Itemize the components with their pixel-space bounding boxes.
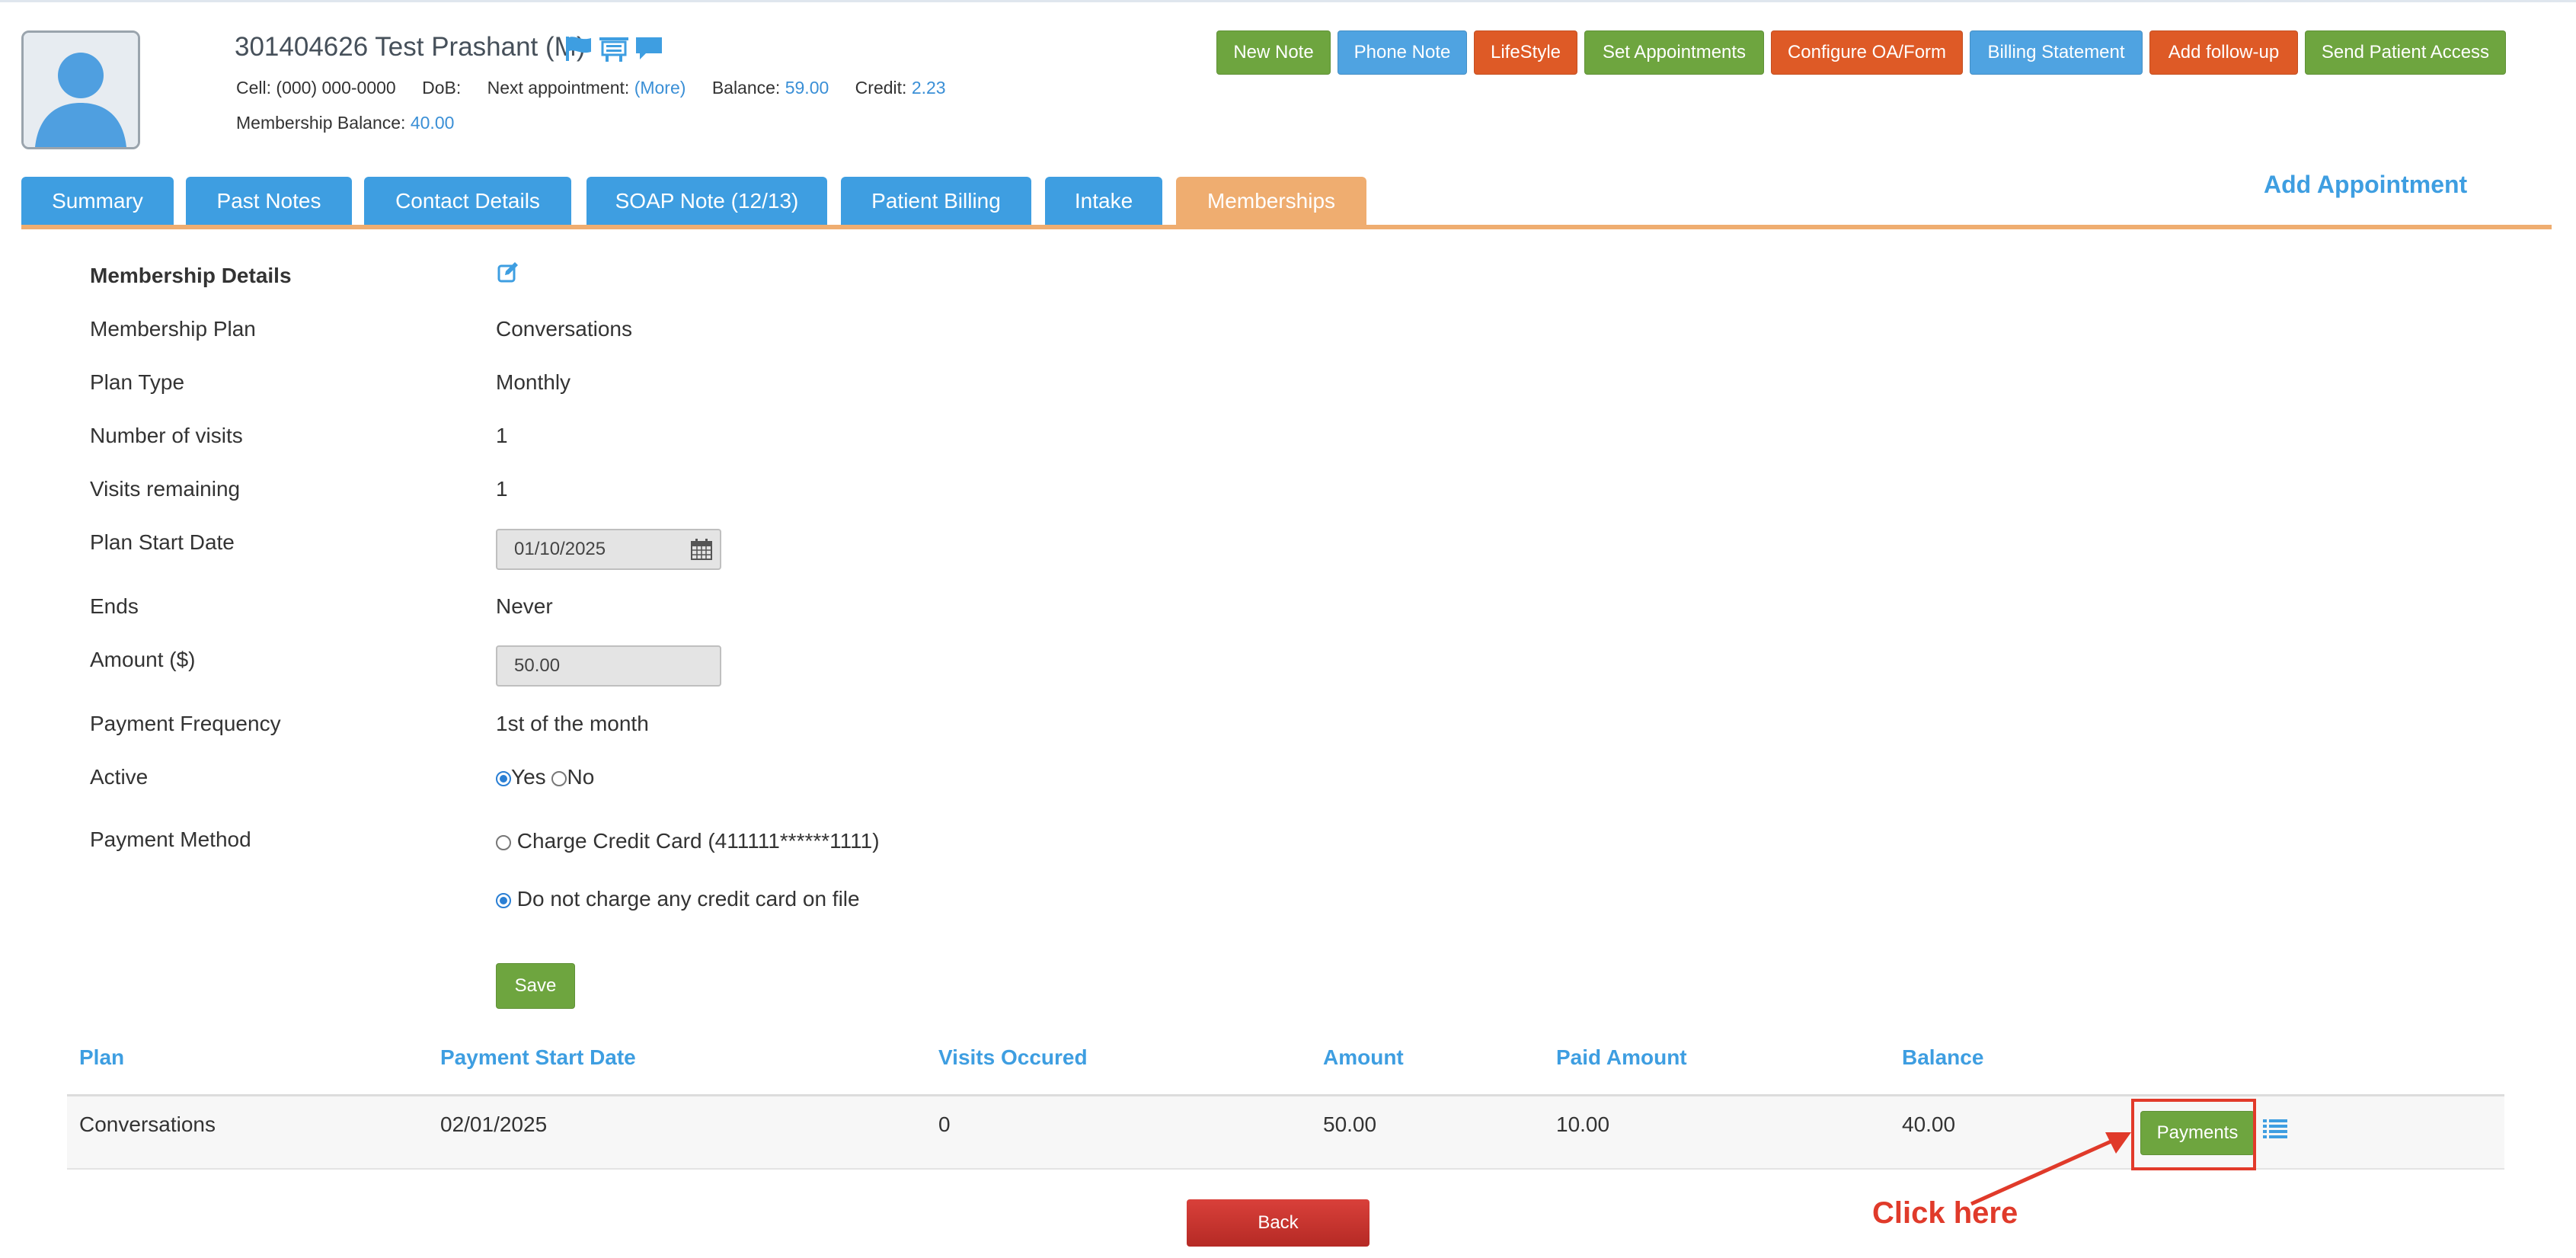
active-no-radio[interactable] — [551, 770, 567, 786]
active-label: Active — [90, 765, 149, 789]
balance-value: 59.00 — [785, 78, 829, 98]
plan-start-date-label: Plan Start Date — [90, 530, 235, 554]
active-radio-group: Yes No — [496, 765, 594, 789]
active-yes-radio[interactable] — [496, 770, 511, 786]
plan-type-label: Plan Type — [90, 370, 185, 394]
patient-contact-line: Cell: (000) 000-0000 DoB: Next appointme… — [236, 78, 946, 98]
column-header-balance: Balance — [1902, 1045, 1984, 1069]
payment-method-option-credit-card: Charge Credit Card (411111******1111) — [496, 829, 880, 853]
dob-label: DoB: — [422, 78, 462, 98]
visits-remaining-value: 1 — [496, 477, 508, 501]
membership-plan-label: Membership Plan — [90, 317, 256, 341]
payments-highlight-box — [2131, 1099, 2256, 1170]
amount-input[interactable]: 50.00 — [496, 645, 721, 687]
click-here-annotation: Click here — [1872, 1196, 2018, 1230]
column-header-plan: Plan — [79, 1045, 125, 1069]
configure-oa-form-button[interactable]: Configure OA/Form — [1771, 30, 1963, 75]
charge-credit-card-radio[interactable] — [496, 834, 511, 850]
number-of-visits-label: Number of visits — [90, 424, 243, 447]
cell-visits-occured: 0 — [938, 1112, 951, 1136]
back-button[interactable]: Back — [1187, 1199, 1369, 1247]
edit-icon[interactable] — [497, 261, 519, 283]
patient-avatar — [21, 30, 140, 149]
tab-underline — [21, 225, 2552, 229]
payment-frequency-label: Payment Frequency — [90, 712, 281, 735]
active-no-label: No — [567, 765, 595, 789]
column-header-payment-start-date: Payment Start Date — [440, 1045, 636, 1069]
patient-title: 301404626 Test Prashant (M) — [235, 32, 586, 62]
membership-balance-label: Membership Balance: — [236, 113, 406, 133]
tab-intake[interactable]: Intake — [1045, 177, 1162, 226]
no-charge-radio[interactable] — [496, 892, 511, 908]
next-appointment-label: Next appointment: — [487, 78, 630, 98]
top-border — [0, 0, 2576, 2]
ends-value: Never — [496, 594, 553, 618]
next-appointment-more-link[interactable]: (More) — [634, 78, 686, 98]
tab-past-notes[interactable]: Past Notes — [186, 177, 352, 226]
list-icon[interactable] — [2262, 1117, 2288, 1140]
set-appointments-button[interactable]: Set Appointments — [1584, 30, 1764, 75]
phone-note-button[interactable]: Phone Note — [1338, 30, 1467, 75]
membership-balance-value: 40.00 — [410, 113, 455, 133]
add-appointment-link[interactable]: Add Appointment — [2264, 171, 2467, 199]
membership-details-heading: Membership Details — [90, 264, 292, 287]
column-header-amount: Amount — [1323, 1045, 1404, 1069]
lifestyle-button[interactable]: LifeStyle — [1474, 30, 1577, 75]
column-header-visits-occured: Visits Occured — [938, 1045, 1088, 1069]
cell-label: Cell: — [236, 78, 272, 98]
membership-balance-line: Membership Balance: 40.00 — [236, 113, 454, 133]
tab-soap-note[interactable]: SOAP Note (12/13) — [586, 177, 827, 226]
no-charge-label: Do not charge any credit card on file — [516, 887, 860, 911]
credit-value: 2.23 — [911, 78, 946, 98]
active-yes-label: Yes — [511, 765, 546, 789]
payment-method-label: Payment Method — [90, 827, 251, 851]
balance-label: Balance: — [711, 78, 781, 98]
chat-icon[interactable] — [634, 35, 664, 62]
cell-amount: 50.00 — [1323, 1112, 1377, 1136]
plan-type-value: Monthly — [496, 370, 571, 394]
cell-balance: 40.00 — [1902, 1112, 1956, 1136]
ends-label: Ends — [90, 594, 139, 618]
billing-statement-button[interactable]: Billing Statement — [1970, 30, 2143, 75]
cell-payment-start-date: 02/01/2025 — [440, 1112, 548, 1136]
credit-label: Credit: — [855, 78, 907, 98]
flag-icon[interactable] — [564, 35, 594, 62]
membership-plan-value: Conversations — [496, 317, 632, 341]
calendar-icon[interactable] — [690, 538, 713, 561]
add-follow-up-button[interactable]: Add follow-up — [2149, 30, 2298, 75]
tab-summary[interactable]: Summary — [21, 177, 174, 226]
send-patient-access-button[interactable]: Send Patient Access — [2305, 30, 2506, 75]
tab-contact-details[interactable]: Contact Details — [364, 177, 571, 226]
charge-credit-card-label: Charge Credit Card (411111******1111) — [516, 829, 880, 853]
column-header-paid-amount: Paid Amount — [1556, 1045, 1687, 1069]
cell-value: (000) 000-0000 — [276, 78, 396, 98]
payment-frequency-value: 1st of the month — [496, 712, 649, 735]
plan-start-date-input[interactable]: 01/10/2025 — [496, 529, 721, 570]
payment-method-option-no-charge: Do not charge any credit card on file — [496, 887, 860, 911]
amount-label: Amount ($) — [90, 648, 196, 671]
tab-patient-billing[interactable]: Patient Billing — [841, 177, 1031, 226]
cell-plan: Conversations — [79, 1112, 216, 1136]
billboard-icon[interactable] — [599, 35, 629, 62]
number-of-visits-value: 1 — [496, 424, 508, 447]
cell-paid-amount: 10.00 — [1556, 1112, 1610, 1136]
new-note-button[interactable]: New Note — [1216, 30, 1331, 75]
visits-remaining-label: Visits remaining — [90, 477, 241, 501]
save-button[interactable]: Save — [496, 963, 575, 1009]
tab-memberships[interactable]: Memberships — [1176, 177, 1366, 226]
